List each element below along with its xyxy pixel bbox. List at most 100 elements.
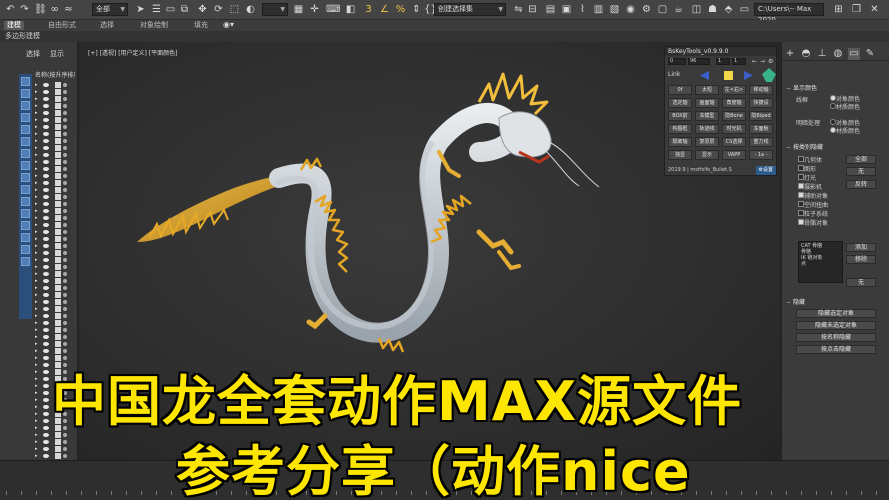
expand-arrow-icon[interactable]: ▸ xyxy=(35,341,38,347)
bskey-tool-button[interactable]: 0f xyxy=(668,85,692,95)
expand-arrow-icon[interactable]: ▸ xyxy=(35,117,38,123)
list-item[interactable]: ▸ xyxy=(33,208,71,215)
freeze-icon[interactable] xyxy=(63,307,67,311)
visibility-eye-icon[interactable] xyxy=(43,174,49,178)
freeze-icon[interactable] xyxy=(63,111,67,115)
expand-arrow-icon[interactable]: ▸ xyxy=(35,222,38,228)
freeze-icon[interactable] xyxy=(63,139,67,143)
move-icon[interactable]: ✥ xyxy=(196,3,209,16)
expand-arrow-icon[interactable]: ▸ xyxy=(35,166,38,172)
list-item[interactable]: ▸ xyxy=(33,348,71,355)
bskey-tool-button[interactable]: 独显 xyxy=(668,150,692,160)
create-icon[interactable]: + xyxy=(784,48,796,60)
filter-hidden-icon[interactable] xyxy=(21,209,30,218)
freeze-icon[interactable] xyxy=(63,440,67,444)
list-item[interactable]: ▸ xyxy=(33,439,71,446)
list-item[interactable]: ▸ xyxy=(33,313,71,320)
expand-arrow-icon[interactable]: ▸ xyxy=(35,152,38,158)
list-item[interactable]: ▸ xyxy=(33,138,71,145)
category-checkbox[interactable]: 辅助对象 xyxy=(798,191,828,200)
visibility-eye-icon[interactable] xyxy=(43,419,49,423)
expand-arrow-icon[interactable]: ▸ xyxy=(35,383,38,389)
expand-arrow-icon[interactable]: ▸ xyxy=(35,439,38,445)
expand-arrow-icon[interactable]: ▸ xyxy=(35,404,38,410)
freeze-icon[interactable] xyxy=(63,244,67,248)
link-icon[interactable]: ⛓ xyxy=(34,3,47,16)
select-by-name-icon[interactable]: ☰ xyxy=(150,3,163,16)
filter-all-icon[interactable] xyxy=(21,221,30,230)
visibility-eye-icon[interactable] xyxy=(43,90,49,94)
motion-icon[interactable]: ◍ xyxy=(832,48,844,60)
expand-arrow-icon[interactable]: ▸ xyxy=(35,257,38,263)
expand-arrow-icon[interactable]: ▸ xyxy=(35,89,38,95)
bskey-tool-button[interactable]: 冻面板 xyxy=(749,124,773,134)
list-item[interactable]: ▸ xyxy=(33,397,71,404)
freeze-icon[interactable] xyxy=(63,314,67,318)
visibility-eye-icon[interactable] xyxy=(43,139,49,143)
freeze-icon[interactable] xyxy=(63,132,67,136)
visibility-eye-icon[interactable] xyxy=(43,321,49,325)
filter-frozen-icon[interactable] xyxy=(21,197,30,206)
category-checkbox[interactable]: 摄影机 xyxy=(798,182,822,191)
expand-arrow-icon[interactable]: ▸ xyxy=(35,418,38,424)
visibility-eye-icon[interactable] xyxy=(43,377,49,381)
list-remove-button[interactable]: 移除 xyxy=(846,255,876,264)
visibility-eye-icon[interactable] xyxy=(43,335,49,339)
filter-shapes-icon[interactable] xyxy=(21,89,30,98)
freeze-icon[interactable] xyxy=(63,328,67,332)
list-item[interactable]: ▸ xyxy=(33,201,71,208)
freeze-icon[interactable] xyxy=(63,454,67,458)
window-restore-icon[interactable]: ❐ xyxy=(850,3,863,16)
list-item[interactable]: ▸ xyxy=(33,229,71,236)
prev-key-icon[interactable] xyxy=(700,71,709,80)
list-item[interactable]: ▸ xyxy=(33,215,71,222)
end-frame-field[interactable]: 96 xyxy=(688,58,710,65)
select-icon[interactable]: ➤ xyxy=(134,3,147,16)
expand-arrow-icon[interactable]: ▸ xyxy=(35,362,38,368)
filter-geometry-icon[interactable] xyxy=(21,77,30,86)
expand-arrow-icon[interactable]: ▸ xyxy=(35,355,38,361)
visibility-eye-icon[interactable] xyxy=(43,104,49,108)
expand-arrow-icon[interactable]: ▸ xyxy=(35,82,38,88)
expand-arrow-icon[interactable]: ▸ xyxy=(35,369,38,375)
category-checkbox[interactable]: 灯光 xyxy=(798,173,816,182)
list-add-button[interactable]: 添加 xyxy=(846,243,876,252)
freeze-icon[interactable] xyxy=(63,265,67,269)
utilities-icon[interactable]: ✎ xyxy=(864,48,876,60)
freeze-icon[interactable] xyxy=(63,391,67,395)
visibility-eye-icon[interactable] xyxy=(43,433,49,437)
settings-button[interactable]: ⚙设置 xyxy=(755,166,776,175)
expand-arrow-icon[interactable]: ▸ xyxy=(35,390,38,396)
freeze-icon[interactable] xyxy=(63,118,67,122)
list-item[interactable]: ▸ xyxy=(33,250,71,257)
visibility-eye-icon[interactable] xyxy=(43,286,49,290)
category-checkbox[interactable]: 粒子系统 xyxy=(798,209,828,218)
list-item[interactable]: ▸ xyxy=(33,285,71,292)
visibility-eye-icon[interactable] xyxy=(43,370,49,374)
list-item[interactable]: ▸ xyxy=(33,376,71,383)
bskey-tool-button[interactable]: 移动轴 xyxy=(749,85,773,95)
explorer-tab-display[interactable]: 显示 xyxy=(50,49,64,59)
step-field[interactable]: 1 xyxy=(716,58,730,65)
freeze-icon[interactable] xyxy=(63,223,67,227)
snap-toggle-icon[interactable]: ◧ xyxy=(344,3,357,16)
list-item[interactable]: ▸ xyxy=(33,110,71,117)
expand-arrow-icon[interactable]: ▸ xyxy=(35,376,38,382)
category-none-button[interactable]: 无 xyxy=(846,167,876,176)
arrow-left-icon[interactable]: ← xyxy=(752,58,757,65)
expand-arrow-icon[interactable]: ▸ xyxy=(35,278,38,284)
freeze-icon[interactable] xyxy=(63,160,67,164)
view-dropdown[interactable]: ▼ xyxy=(262,3,288,16)
offset-field[interactable]: 1 xyxy=(732,58,746,65)
category-list-box[interactable]: CAT 骨骼 骨骼 IK 链对象点 xyxy=(798,241,843,283)
freeze-icon[interactable] xyxy=(63,83,67,87)
visibility-eye-icon[interactable] xyxy=(43,167,49,171)
explorer-object-list[interactable]: 名称(按升序排序) ▸▸▸▸▸▸▸▸▸▸▸▸▸▸▸▸▸▸▸▸▸▸▸▸▸▸▸▸▸▸… xyxy=(33,70,75,459)
keyboard-shortcut-icon[interactable]: ⌨ xyxy=(326,3,340,16)
expand-arrow-icon[interactable]: ▸ xyxy=(35,145,38,151)
filter-none-icon[interactable] xyxy=(21,233,30,242)
schematic-icon[interactable]: ▥ xyxy=(592,3,605,16)
bskey-tool-button[interactable]: 左<右> xyxy=(722,85,746,95)
time-ruler[interactable] xyxy=(0,489,889,500)
list-item[interactable]: ▸ xyxy=(33,236,71,243)
